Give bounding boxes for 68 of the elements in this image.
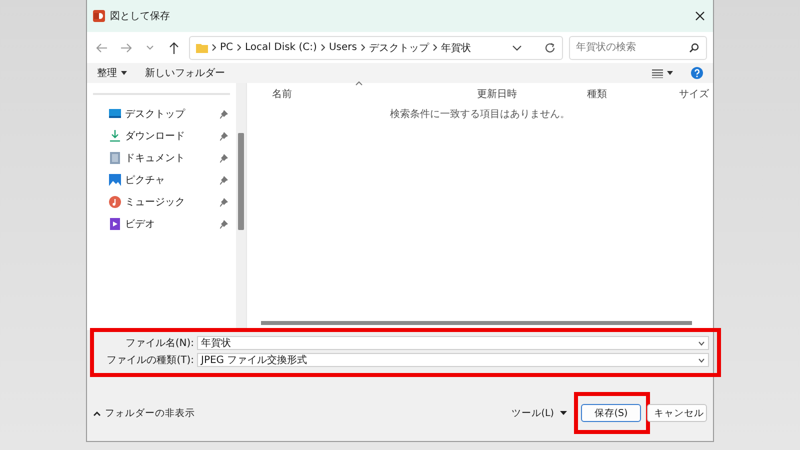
chevron-right-icon [320, 44, 325, 51]
search-field[interactable]: 年賀状の検索 [569, 36, 707, 60]
hide-folders-button[interactable]: フォルダーの非表示 [93, 406, 195, 420]
download-icon [109, 130, 121, 142]
view-menu[interactable] [652, 68, 673, 78]
pin-icon[interactable] [220, 110, 228, 118]
forward-arrow-icon [119, 40, 133, 54]
new-folder-button[interactable]: 新しいフォルダー [145, 66, 225, 80]
scrollbar-thumb[interactable] [261, 321, 692, 325]
breadcrumb-item[interactable]: 年賀状 [440, 40, 471, 54]
empty-message: 検索条件に一致する項目はありません。 [390, 108, 570, 121]
sidebar-item[interactable]: ドキュメント [87, 147, 236, 169]
breadcrumb-item[interactable]: Users [328, 42, 357, 53]
organize-menu[interactable]: 整理 [97, 66, 127, 80]
sidebar-item[interactable]: ピクチャ [87, 169, 236, 191]
chevron-right-icon [237, 44, 242, 51]
document-icon [109, 152, 121, 164]
chevron-right-icon [432, 44, 437, 51]
column-header[interactable]: 名前 [269, 87, 474, 101]
save-button[interactable]: 保存(S) [581, 404, 641, 422]
search-icon[interactable] [689, 42, 699, 52]
chevron-down-icon [698, 358, 705, 362]
sort-caret-icon [355, 81, 363, 86]
app-icon [93, 10, 105, 22]
pin-icon[interactable] [220, 220, 228, 228]
column-header[interactable]: 種類 [584, 87, 676, 101]
column-header[interactable]: サイズ [676, 87, 713, 101]
refresh-icon[interactable] [544, 42, 556, 54]
image-icon [109, 174, 121, 186]
pin-icon[interactable] [220, 176, 228, 184]
cancel-button[interactable]: キャンセル [647, 404, 707, 422]
chevron-down-icon[interactable] [512, 44, 522, 52]
tools-menu[interactable]: ツール(L) [511, 406, 567, 420]
chevron-right-icon [212, 44, 216, 51]
pin-icon[interactable] [220, 132, 228, 140]
caret-down-icon [667, 71, 673, 75]
chevron-down-icon [698, 340, 705, 346]
list-view-icon [652, 68, 663, 78]
sidebar-item[interactable]: ビデオ [87, 213, 236, 235]
caret-down-icon [560, 411, 567, 415]
field-label: ファイルの種類(T): [106, 354, 194, 367]
desktop-icon [109, 108, 121, 120]
dropdown-field[interactable]: JPEG ファイル交換形式 [197, 353, 709, 367]
field-label: ファイル名(N): [124, 337, 194, 350]
dropdown-field[interactable]: 年賀状 [197, 336, 709, 350]
back-arrow-icon [95, 40, 109, 54]
breadcrumb-item[interactable]: Local Disk (C:) [245, 42, 317, 53]
window-title: 図として保存 [110, 10, 171, 23]
music-icon [109, 196, 121, 208]
address-bar[interactable]: PC Local Disk (C:) Users デスクトップ 年賀状 [189, 36, 563, 60]
pin-icon[interactable] [220, 154, 228, 162]
chevron-up-icon [93, 410, 101, 416]
up-arrow-icon [167, 40, 181, 54]
chevron-right-icon [360, 44, 365, 51]
column-header[interactable]: 更新日時 [474, 87, 584, 101]
breadcrumb-item[interactable]: PC [220, 42, 234, 53]
help-icon[interactable] [691, 67, 703, 79]
pin-icon[interactable] [220, 198, 228, 206]
video-icon [109, 218, 121, 230]
sidebar-item[interactable]: デスクトップ [87, 103, 236, 125]
sidebar-item[interactable]: ミュージック [87, 191, 236, 213]
close-icon [695, 11, 705, 21]
folder-icon [196, 42, 208, 52]
breadcrumb-item[interactable]: デスクトップ [368, 40, 429, 54]
caret-down-icon [121, 71, 127, 75]
close-button[interactable] [693, 9, 707, 23]
scrollbar-thumb[interactable] [238, 133, 244, 230]
sidebar-item[interactable]: ダウンロード [87, 125, 236, 147]
